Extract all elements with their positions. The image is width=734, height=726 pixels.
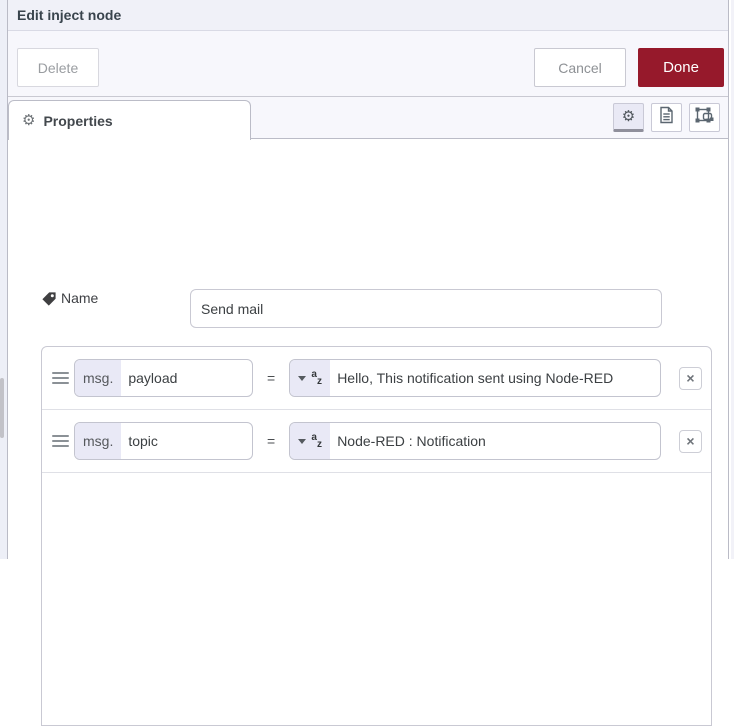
- remove-row-button[interactable]: ×: [679, 429, 702, 453]
- payload-value-input[interactable]: [330, 360, 661, 396]
- edit-node-tray: Edit inject node Delete Cancel Done ⚙ Pr…: [7, 0, 729, 726]
- property-name-input[interactable]: [121, 360, 252, 396]
- description-icon: [659, 106, 674, 129]
- name-form-row: Name: [41, 289, 662, 328]
- msg-prefix-label[interactable]: msg.: [75, 360, 122, 396]
- editor-tab-tools: ⚙: [613, 103, 720, 132]
- close-icon: ×: [686, 370, 695, 386]
- string-type-icon: az: [311, 431, 322, 450]
- tray-toolbar: Delete Cancel Done: [8, 31, 728, 97]
- property-typed-input: msg.: [74, 422, 253, 460]
- tab-content: Name msg. = az ×: [8, 139, 728, 726]
- tab-properties[interactable]: ⚙ Properties: [8, 100, 251, 140]
- topic-value-input[interactable]: [330, 423, 661, 459]
- editor-tabbar: ⚙ Properties ⚙: [8, 97, 728, 140]
- tag-icon: [42, 292, 56, 306]
- type-select-button[interactable]: az: [290, 360, 331, 396]
- name-label: Name: [61, 290, 99, 306]
- appearance-tool-button[interactable]: [689, 103, 720, 132]
- properties-tool-button[interactable]: ⚙: [613, 103, 644, 132]
- value-typed-input: az: [289, 359, 662, 397]
- chevron-down-icon: [298, 438, 307, 444]
- done-button[interactable]: Done: [638, 48, 724, 87]
- value-typed-input: az: [289, 422, 662, 460]
- equals-label: =: [267, 433, 276, 449]
- tab-properties-label: Properties: [43, 112, 113, 129]
- workspace-left-strip: [0, 0, 7, 559]
- type-select-button[interactable]: az: [290, 423, 331, 459]
- property-row-payload: msg. = az ×: [42, 347, 711, 410]
- equals-label: =: [267, 370, 276, 386]
- drag-handle-icon[interactable]: [52, 435, 69, 447]
- property-name-input[interactable]: [121, 423, 252, 459]
- cancel-button[interactable]: Cancel: [534, 48, 626, 87]
- appearance-icon: [695, 107, 714, 129]
- chevron-down-icon: [298, 375, 307, 381]
- remove-row-button[interactable]: ×: [679, 366, 702, 390]
- gear-icon: ⚙: [621, 108, 636, 125]
- string-type-icon: az: [311, 368, 322, 387]
- tray-header: Edit inject node: [8, 0, 728, 31]
- dialog-title: Edit inject node: [17, 7, 122, 23]
- property-row-topic: msg. = az ×: [42, 410, 711, 473]
- close-icon: ×: [686, 433, 695, 449]
- delete-button[interactable]: Delete: [17, 48, 99, 87]
- msg-prefix-label[interactable]: msg.: [75, 423, 122, 459]
- gear-icon: ⚙: [22, 112, 36, 129]
- name-input[interactable]: [190, 289, 662, 328]
- vertical-scrollbar-thumb[interactable]: [0, 378, 4, 438]
- drag-handle-icon[interactable]: [52, 372, 69, 384]
- description-tool-button[interactable]: [651, 103, 682, 132]
- property-typed-input: msg.: [74, 359, 253, 397]
- inject-properties-list: msg. = az × msg.: [41, 346, 712, 726]
